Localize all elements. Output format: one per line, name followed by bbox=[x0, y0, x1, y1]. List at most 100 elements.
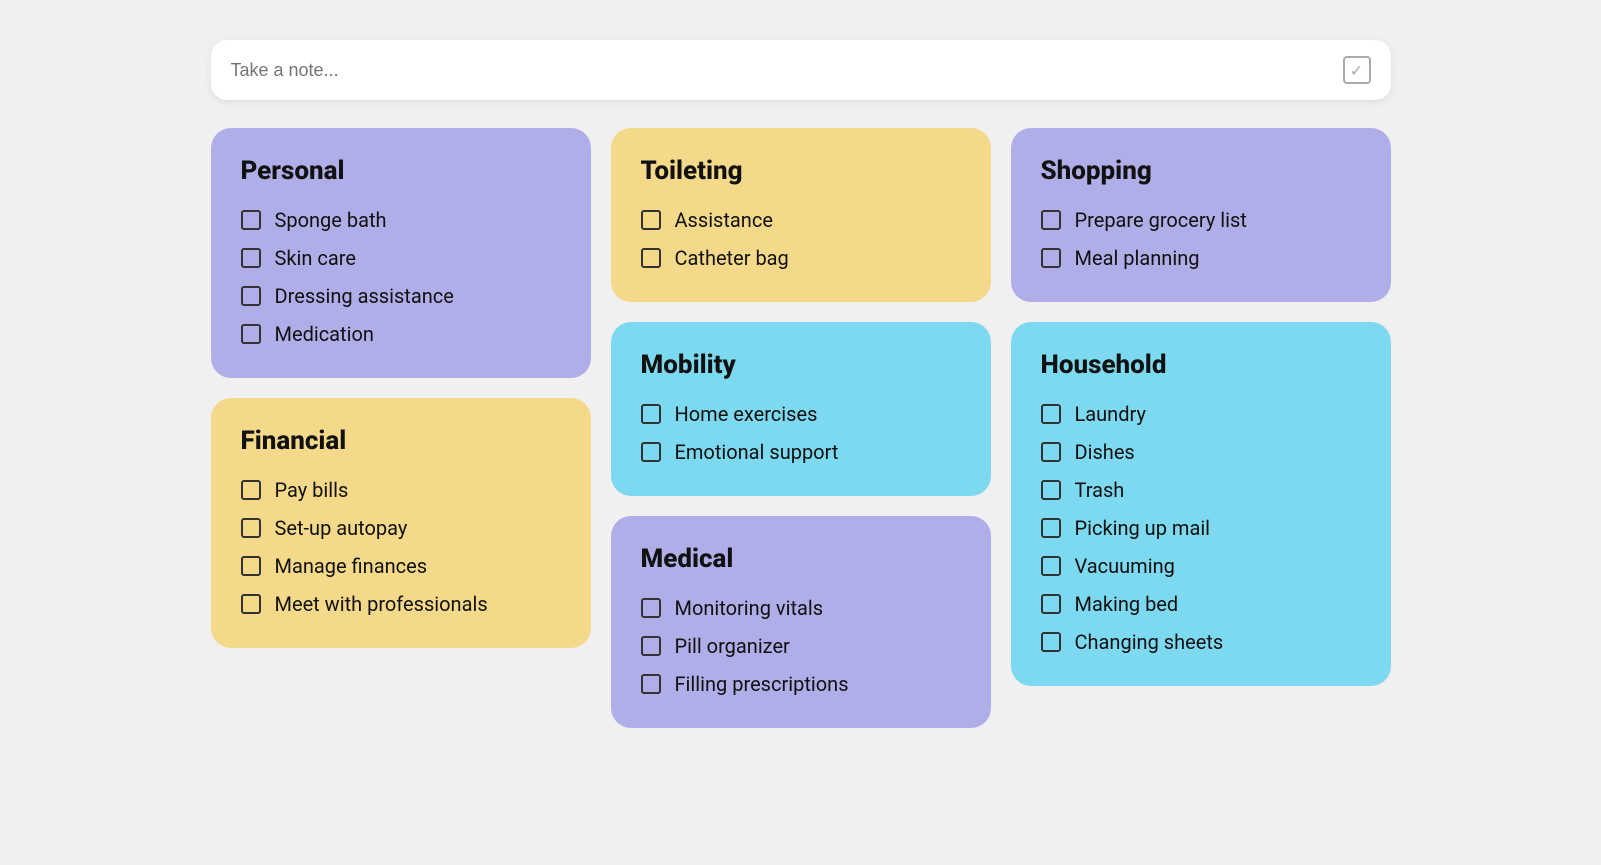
item-label: Vacuuming bbox=[1075, 554, 1175, 578]
column-right: Shopping Prepare grocery list Meal plann… bbox=[1011, 128, 1391, 686]
checkbox[interactable] bbox=[1041, 594, 1061, 614]
item-label: Set-up autopay bbox=[275, 516, 408, 540]
card-financial-title: Financial bbox=[241, 426, 561, 456]
item-label: Meet with professionals bbox=[275, 592, 488, 616]
list-item: Emotional support bbox=[641, 440, 961, 464]
item-label: Changing sheets bbox=[1075, 630, 1224, 654]
item-label: Meal planning bbox=[1075, 246, 1200, 270]
item-label: Sponge bath bbox=[275, 208, 387, 232]
card-financial-items: Pay bills Set-up autopay Manage finances… bbox=[241, 478, 561, 616]
list-item: Skin care bbox=[241, 246, 561, 270]
checkbox[interactable] bbox=[641, 442, 661, 462]
card-shopping: Shopping Prepare grocery list Meal plann… bbox=[1011, 128, 1391, 302]
item-label: Dishes bbox=[1075, 440, 1135, 464]
checkbox[interactable] bbox=[1041, 556, 1061, 576]
item-label: Filling prescriptions bbox=[675, 672, 849, 696]
item-label: Monitoring vitals bbox=[675, 596, 824, 620]
checkbox[interactable] bbox=[1041, 442, 1061, 462]
card-shopping-items: Prepare grocery list Meal planning bbox=[1041, 208, 1361, 270]
checkbox[interactable] bbox=[641, 636, 661, 656]
list-item: Picking up mail bbox=[1041, 516, 1361, 540]
item-label: Manage finances bbox=[275, 554, 428, 578]
list-item: Home exercises bbox=[641, 402, 961, 426]
list-item: Pill organizer bbox=[641, 634, 961, 658]
card-personal-items: Sponge bath Skin care Dressing assistanc… bbox=[241, 208, 561, 346]
card-personal: Personal Sponge bath Skin care Dressing … bbox=[211, 128, 591, 378]
column-left: Personal Sponge bath Skin care Dressing … bbox=[211, 128, 591, 648]
list-item: Prepare grocery list bbox=[1041, 208, 1361, 232]
list-item: Laundry bbox=[1041, 402, 1361, 426]
item-label: Medication bbox=[275, 322, 374, 346]
item-label: Laundry bbox=[1075, 402, 1146, 426]
card-medical-title: Medical bbox=[641, 544, 961, 574]
item-label: Skin care bbox=[275, 246, 356, 270]
checkbox[interactable] bbox=[1041, 518, 1061, 538]
checkbox[interactable] bbox=[241, 556, 261, 576]
list-item: Trash bbox=[1041, 478, 1361, 502]
checkbox[interactable] bbox=[1041, 404, 1061, 424]
item-label: Trash bbox=[1075, 478, 1125, 502]
list-item: Dishes bbox=[1041, 440, 1361, 464]
item-label: Home exercises bbox=[675, 402, 818, 426]
card-toileting-title: Toileting bbox=[641, 156, 961, 186]
card-medical: Medical Monitoring vitals Pill organizer… bbox=[611, 516, 991, 728]
list-item: Meal planning bbox=[1041, 246, 1361, 270]
checkbox[interactable] bbox=[641, 248, 661, 268]
card-household-title: Household bbox=[1041, 350, 1361, 380]
checkbox[interactable] bbox=[641, 674, 661, 694]
column-middle: Toileting Assistance Catheter bag Mobili… bbox=[611, 128, 991, 728]
card-personal-title: Personal bbox=[241, 156, 561, 186]
item-label: Pill organizer bbox=[675, 634, 790, 658]
list-item: Filling prescriptions bbox=[641, 672, 961, 696]
card-household-items: Laundry Dishes Trash Picking up mail Vac… bbox=[1041, 402, 1361, 654]
checkbox[interactable] bbox=[641, 598, 661, 618]
checklist-icon[interactable]: ✓ bbox=[1343, 56, 1371, 84]
card-mobility-title: Mobility bbox=[641, 350, 961, 380]
checkbox[interactable] bbox=[241, 324, 261, 344]
checkbox[interactable] bbox=[241, 594, 261, 614]
checkbox[interactable] bbox=[1041, 210, 1061, 230]
checkbox[interactable] bbox=[241, 480, 261, 500]
cards-grid: Personal Sponge bath Skin care Dressing … bbox=[211, 128, 1391, 728]
item-label: Making bed bbox=[1075, 592, 1179, 616]
checkbox[interactable] bbox=[641, 404, 661, 424]
list-item: Set-up autopay bbox=[241, 516, 561, 540]
list-item: Dressing assistance bbox=[241, 284, 561, 308]
item-label: Emotional support bbox=[675, 440, 839, 464]
checkbox[interactable] bbox=[1041, 632, 1061, 652]
search-bar-wrapper: ✓ bbox=[211, 40, 1391, 100]
checkbox[interactable] bbox=[241, 286, 261, 306]
item-label: Dressing assistance bbox=[275, 284, 454, 308]
card-toileting-items: Assistance Catheter bag bbox=[641, 208, 961, 270]
list-item: Making bed bbox=[1041, 592, 1361, 616]
list-item: Vacuuming bbox=[1041, 554, 1361, 578]
card-mobility-items: Home exercises Emotional support bbox=[641, 402, 961, 464]
list-item: Monitoring vitals bbox=[641, 596, 961, 620]
card-household: Household Laundry Dishes Trash Picking u… bbox=[1011, 322, 1391, 686]
card-medical-items: Monitoring vitals Pill organizer Filling… bbox=[641, 596, 961, 696]
card-financial: Financial Pay bills Set-up autopay Manag… bbox=[211, 398, 591, 648]
item-label: Pay bills bbox=[275, 478, 349, 502]
list-item: Pay bills bbox=[241, 478, 561, 502]
checkbox[interactable] bbox=[241, 518, 261, 538]
checkbox[interactable] bbox=[1041, 248, 1061, 268]
card-toileting: Toileting Assistance Catheter bag bbox=[611, 128, 991, 302]
list-item: Meet with professionals bbox=[241, 592, 561, 616]
checkbox[interactable] bbox=[241, 210, 261, 230]
checkbox[interactable] bbox=[1041, 480, 1061, 500]
search-bar: ✓ bbox=[211, 40, 1391, 100]
card-mobility: Mobility Home exercises Emotional suppor… bbox=[611, 322, 991, 496]
list-item: Medication bbox=[241, 322, 561, 346]
list-item: Assistance bbox=[641, 208, 961, 232]
checkbox[interactable] bbox=[241, 248, 261, 268]
item-label: Prepare grocery list bbox=[1075, 208, 1247, 232]
list-item: Changing sheets bbox=[1041, 630, 1361, 654]
checkbox[interactable] bbox=[641, 210, 661, 230]
list-item: Manage finances bbox=[241, 554, 561, 578]
item-label: Picking up mail bbox=[1075, 516, 1211, 540]
note-input[interactable] bbox=[231, 60, 1343, 81]
list-item: Catheter bag bbox=[641, 246, 961, 270]
list-item: Sponge bath bbox=[241, 208, 561, 232]
item-label: Assistance bbox=[675, 208, 773, 232]
card-shopping-title: Shopping bbox=[1041, 156, 1361, 186]
